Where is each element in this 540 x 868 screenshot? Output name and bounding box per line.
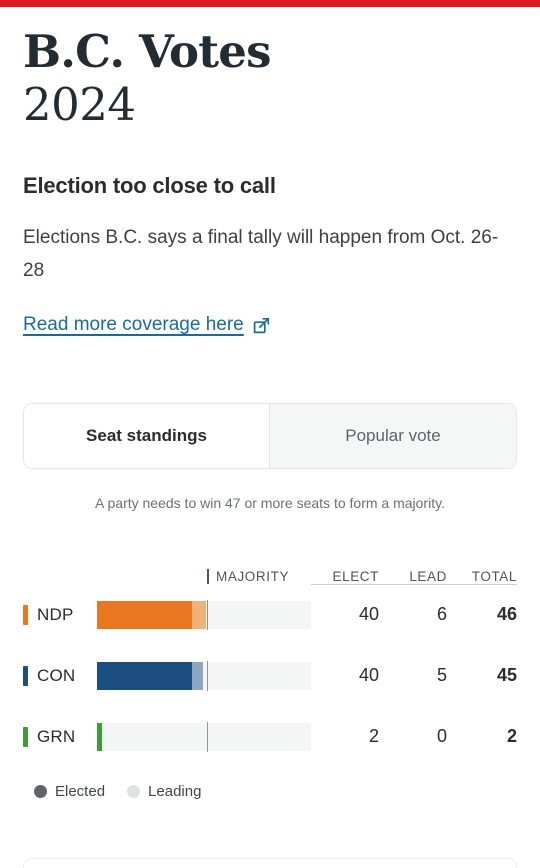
lead-value: 6 [436,604,447,624]
masthead: B.C. Votes 2024 [23,7,517,130]
total-value: 2 [506,726,517,746]
tab-seat-standings[interactable]: Seat standings [24,404,270,468]
elected-dot-icon [34,785,47,798]
seat-bar-leading-segment [192,600,206,629]
seat-bar-grn [97,721,311,752]
majority-marker [207,599,208,630]
total-value: 45 [496,665,517,685]
party-cell-grn: GRN [23,726,97,747]
leading-dot-icon [127,785,141,798]
table-row: NDP 40 6 46 [23,584,517,645]
seat-bar-track [97,722,311,751]
brand-title-line1: B.C. Votes [23,25,271,78]
brand-accent-bar [0,0,540,7]
party-color-swatch [23,604,28,625]
elect-value: 40 [358,665,379,685]
bar-legend: Elected Leading [23,783,517,800]
majority-note: A party needs to win 47 or more seats to… [95,495,445,511]
majority-tick-icon [207,569,209,584]
page-content: B.C. Votes 2024 Election too close to ca… [0,7,540,800]
next-card-top-edge [23,858,517,868]
majority-marker [207,660,208,691]
party-cell-ndp: NDP [23,604,97,625]
page-standfirst: Elections B.C. says a final tally will h… [23,227,499,281]
legend-item-leading: Leading [127,783,201,800]
table-header-row: MAJORITY ELECT LEAD TOTAL [23,552,517,584]
page-title: Election too close to call [23,173,276,198]
legend-item-elected: Elected [34,783,105,800]
party-cell-con: CON [23,665,97,686]
legend-elected-label: Elected [55,783,106,800]
seat-bar-elected-segment [97,722,102,751]
seat-bar-elected-segment [97,661,192,690]
legend-leading-label: Leading [148,783,202,800]
lead-value: 5 [436,665,447,685]
majority-marker [207,721,208,752]
external-link-icon [253,317,270,334]
table-header-divider [311,584,517,585]
header-majority-cell: MAJORITY [97,564,311,584]
seat-bar-con [97,660,311,691]
elect-value: 40 [358,604,379,624]
view-tabs[interactable]: Seat standings Popular vote [23,403,517,469]
seat-standings-table: MAJORITY ELECT LEAD TOTAL NDP 40 6 46 CO… [23,552,517,767]
header-elect-label: ELECT [332,569,379,584]
party-color-swatch [23,726,28,747]
total-value: 46 [496,604,517,624]
party-color-swatch [23,665,28,686]
tab-popular-vote[interactable]: Popular vote [270,404,516,468]
tab-popular-vote-label: Popular vote [345,426,441,445]
header-total-label: TOTAL [471,569,517,584]
elect-value: 2 [368,726,379,746]
seat-bar-ndp [97,599,311,630]
brand-title-line2: 2024 [23,78,136,131]
read-more-label[interactable]: Read more coverage here [23,312,244,337]
lead-value: 0 [436,726,447,746]
seat-bar-elected-segment [97,600,192,629]
table-row: CON 40 5 45 [23,645,517,706]
seat-bar-leading-segment [192,661,203,690]
party-name: CON [37,665,76,685]
header-majority-label: MAJORITY [216,569,290,584]
bc-votes-results-page: B.C. Votes 2024 Election too close to ca… [0,0,540,868]
party-name: NDP [37,604,74,624]
party-name: GRN [37,726,76,746]
read-more-coverage-link[interactable]: Read more coverage here [23,312,270,337]
tab-seat-standings-label: Seat standings [86,426,207,445]
header-lead-label: LEAD [409,569,447,584]
table-row: GRN 2 0 2 [23,706,517,767]
